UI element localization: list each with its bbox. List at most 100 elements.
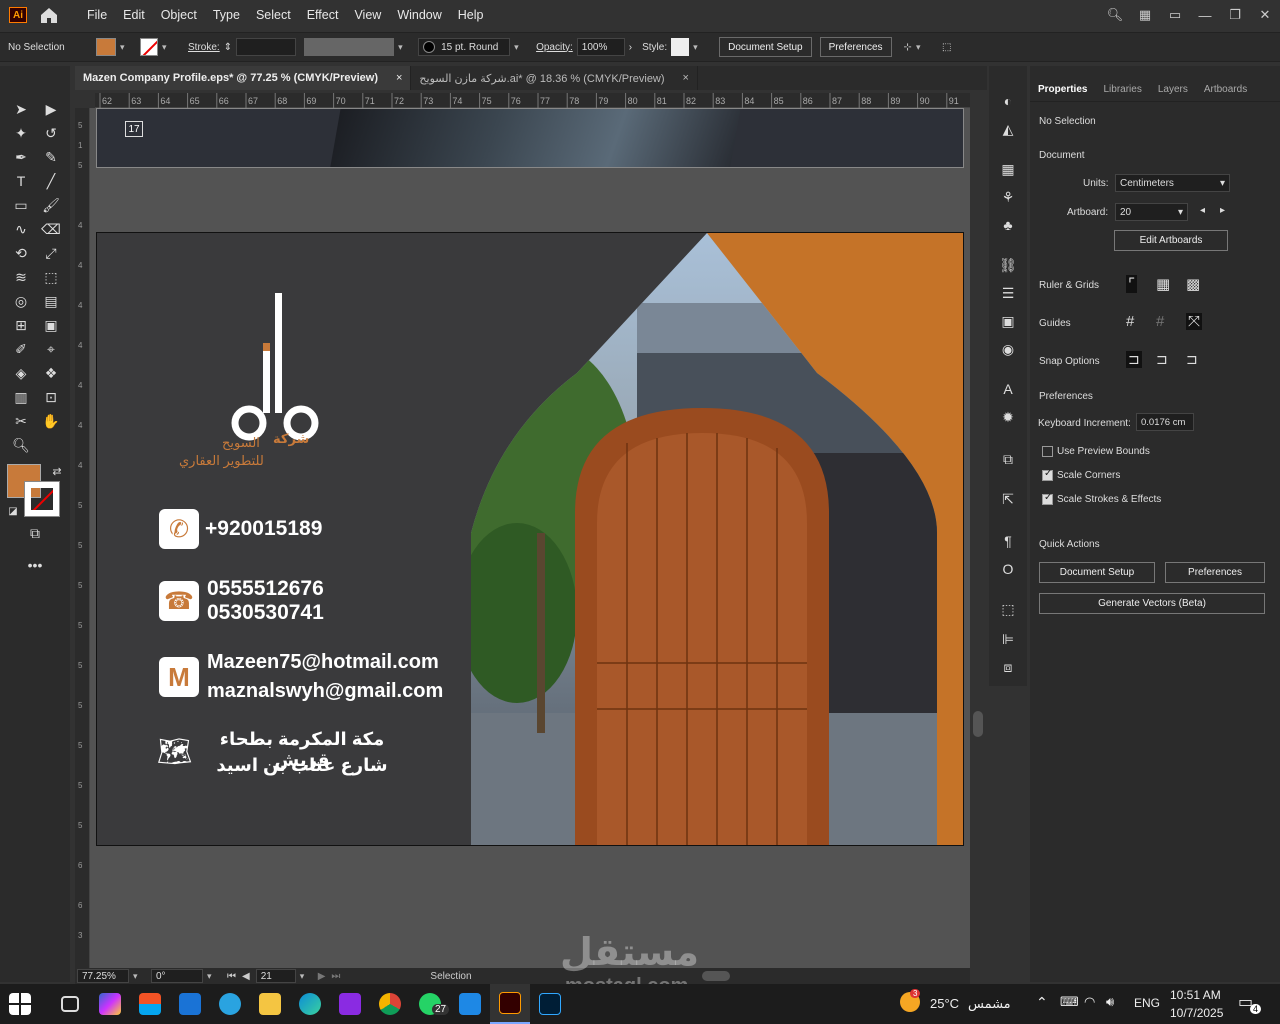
shape-builder-icon[interactable]: ◎ — [10, 290, 32, 312]
preview-bounds-checkbox[interactable] — [1042, 446, 1053, 457]
tab-mazen-profile[interactable]: Mazen Company Profile.eps* @ 77.25 % (CM… — [75, 66, 412, 90]
artboard-tool-icon[interactable]: ⊡ — [40, 386, 62, 408]
close-icon[interactable]: × — [396, 72, 402, 84]
align-icon[interactable]: ⊹ — [904, 42, 912, 53]
stroke-stepper[interactable]: ⇕ — [224, 42, 232, 53]
more-tools-icon[interactable]: ••• — [24, 554, 46, 576]
menu-object[interactable]: Object — [153, 8, 205, 22]
keyboard-increment-field[interactable]: 0.0176 cm — [1136, 413, 1194, 431]
menu-file[interactable]: File — [79, 8, 115, 22]
color-panel-icon[interactable]: ◐ — [997, 90, 1019, 112]
menu-edit[interactable]: Edit — [115, 8, 153, 22]
magic-wand-icon[interactable]: ✦ — [10, 122, 32, 144]
screen-mode-icon[interactable]: ⧉ — [24, 522, 46, 544]
rotate-tool-icon[interactable]: ⟲ — [10, 242, 32, 264]
store-icon[interactable] — [130, 984, 170, 1024]
warp-tool-icon[interactable]: ≋ — [10, 266, 32, 288]
vscode-icon[interactable] — [450, 984, 490, 1024]
clock-time[interactable]: 10:51 AM — [1170, 988, 1221, 1002]
edit-artboards-button[interactable]: Edit Artboards — [1114, 230, 1228, 251]
horizontal-scroll-thumb[interactable] — [701, 971, 730, 981]
preferences-button[interactable]: Preferences — [1165, 562, 1265, 583]
default-colors-icon[interactable]: ◪ — [2, 500, 24, 522]
chevron-down-icon[interactable]: ▾ — [120, 42, 132, 53]
chrome-icon[interactable] — [370, 984, 410, 1024]
eraser-icon[interactable]: ⌫ — [40, 218, 62, 240]
slice-tool-icon[interactable]: ✂ — [10, 410, 32, 432]
chevron-down-icon[interactable]: ▾ — [162, 42, 174, 53]
chevron-up-icon[interactable]: ⌃ — [1036, 994, 1048, 1011]
rectangle-tool-icon[interactable]: ▭ — [10, 194, 32, 216]
links-icon[interactable]: ⛓ — [997, 254, 1019, 276]
ruler-icon[interactable]: ⌜ — [1126, 275, 1138, 293]
chevron-down-icon[interactable]: ▾ — [133, 971, 145, 982]
app-icon[interactable]: Ai — [9, 7, 27, 23]
symbol-sprayer-icon[interactable]: ❖ — [40, 362, 62, 384]
network-icon[interactable]: ⌨ — [1060, 994, 1079, 1010]
gradient-tool-icon[interactable]: ▣ — [40, 314, 62, 336]
asset-export-icon[interactable]: ⧉ — [997, 448, 1019, 470]
align-panel-icon[interactable]: ⊫ — [997, 628, 1019, 650]
whatsapp-icon[interactable]: 27 — [410, 984, 450, 1024]
preferences-button[interactable]: Preferences — [819, 37, 892, 57]
scale-tool-icon[interactable]: ⤢ — [40, 242, 62, 264]
tab-layers[interactable]: Layers — [1150, 84, 1196, 95]
menu-help[interactable]: Help — [450, 8, 492, 22]
home-icon[interactable] — [39, 6, 59, 24]
prev-artboard-icon[interactable]: ◀ — [242, 971, 250, 982]
artboard-dropdown[interactable]: 20 ▾ — [1115, 203, 1188, 221]
minimize-icon[interactable]: — — [1190, 8, 1220, 23]
pdf-app-icon[interactable] — [330, 984, 370, 1024]
document-setup-button[interactable]: Document Setup — [719, 37, 812, 57]
windows-start-icon[interactable] — [0, 984, 40, 1024]
smart-guides-icon[interactable]: ⤧ — [1186, 313, 1203, 330]
volume-icon[interactable]: 🔊︎ — [1106, 994, 1114, 1010]
units-dropdown[interactable]: Centimeters ▾ — [1115, 174, 1230, 192]
telegram-icon[interactable] — [210, 984, 250, 1024]
task-view-icon[interactable] — [50, 984, 90, 1024]
blend-tool-icon[interactable]: ◈ — [10, 362, 32, 384]
tab-company-ai[interactable]: شركة مازن السويح.ai* @ 18.36 % (CMYK/Pre… — [411, 66, 698, 90]
graph-tool-icon[interactable]: ▥ — [10, 386, 32, 408]
workspace-icon[interactable]: ▦ — [1130, 7, 1160, 23]
next-artboard-icon[interactable]: ▶ — [318, 971, 326, 982]
language-indicator[interactable]: ENG — [1134, 996, 1160, 1010]
rotation-field[interactable]: 0° — [151, 969, 203, 983]
pen-tool-icon[interactable]: ✒ — [10, 146, 32, 168]
scale-corners-option[interactable]: Scale Corners — [1042, 468, 1120, 481]
transparency-icon[interactable]: ◉ — [997, 338, 1019, 360]
stroke-swatch[interactable] — [140, 38, 158, 56]
stroke-color-icon[interactable] — [24, 481, 60, 517]
canvas[interactable]: 17 شركة السويح للتطوير العقاري ✆ +920015… — [90, 108, 970, 968]
line-tool-icon[interactable]: ╱ — [40, 170, 62, 192]
wifi-icon[interactable]: ◠ — [1084, 994, 1095, 1010]
snap-to-point-icon[interactable]: ⊐ — [1126, 351, 1142, 368]
menu-type[interactable]: Type — [205, 8, 248, 22]
swap-colors-icon[interactable]: ⇄ — [46, 460, 68, 482]
lock-guides-icon[interactable]: # — [1156, 313, 1164, 330]
opentype-icon[interactable]: O — [997, 558, 1019, 580]
tab-libraries[interactable]: Libraries — [1095, 84, 1149, 95]
vertical-scrollbar[interactable] — [970, 93, 986, 968]
hand-tool-icon[interactable]: ✋ — [40, 410, 62, 432]
color-guide-icon[interactable]: ◭ — [997, 118, 1019, 140]
measure-icon[interactable]: ⌖ — [40, 338, 62, 360]
file-explorer-icon[interactable] — [250, 984, 290, 1024]
next-artboard-icon[interactable]: ▸ — [1220, 205, 1225, 216]
prev-artboard-icon[interactable]: ◂ — [1200, 205, 1205, 216]
scale-corners-checkbox[interactable] — [1042, 468, 1053, 481]
search-icon[interactable]: 🔍︎ — [1100, 7, 1130, 23]
snap-to-pixel-icon[interactable]: ⊐ — [1156, 351, 1168, 368]
stroke-weight-field[interactable] — [236, 38, 297, 56]
weather-temp[interactable]: 25°C — [930, 996, 959, 1011]
curvature-tool-icon[interactable]: ✎ — [40, 146, 62, 168]
appearance-icon[interactable]: ✹ — [997, 406, 1019, 428]
photoshop-icon[interactable] — [530, 984, 570, 1024]
paintbrush-icon[interactable]: 🖌︎ — [40, 194, 62, 216]
menu-effect[interactable]: Effect — [299, 8, 347, 22]
copilot-icon[interactable] — [90, 984, 130, 1024]
lasso-icon[interactable]: ↺ — [40, 122, 62, 144]
generate-vectors-button[interactable]: Generate Vectors (Beta) — [1039, 593, 1265, 614]
swatches-icon[interactable]: ▦ — [997, 158, 1019, 180]
fill-swatch[interactable] — [96, 38, 116, 56]
